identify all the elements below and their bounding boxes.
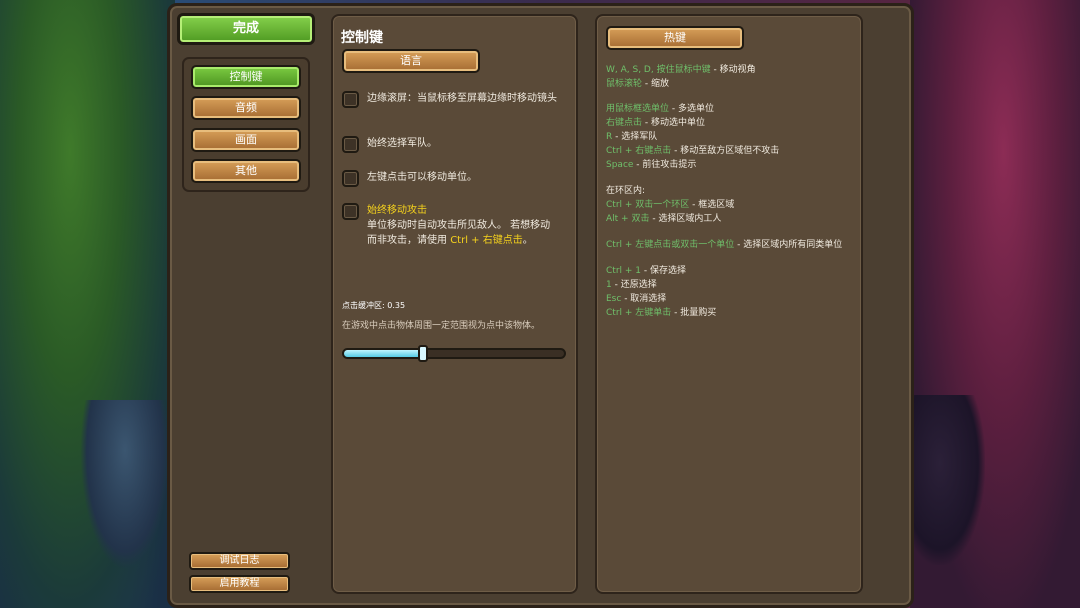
hotkey-line: Esc - 取消选择 <box>606 292 666 306</box>
edge-scroll-label: 边缘滚屏：当鼠标移至屏幕边缘时移动镜头 <box>367 93 557 104</box>
hotkey-key: Ctrl + 左键单击 <box>606 308 672 318</box>
attack-move-checkbox[interactable] <box>342 203 359 220</box>
hotkey-key: 用鼠标框选单位 <box>606 104 670 114</box>
debug-log-button[interactable]: 调试日志 <box>189 552 290 570</box>
hotkey-key: Esc <box>606 294 622 304</box>
hotkey-desc: - 移动视角 <box>710 65 756 75</box>
attack-move-option: 始终移动攻击 单位移动时自动攻击所见敌人。 若想移动 而非攻击，请使用 Ctrl… <box>367 203 550 248</box>
tab-audio[interactable]: 音频 <box>191 96 301 120</box>
hotkey-desc: - 还原选择 <box>611 280 657 290</box>
left-click-move-checkbox[interactable] <box>342 170 359 187</box>
left-click-move-label: 左键点击可以移动单位。 <box>367 172 477 183</box>
always-select-army-checkbox[interactable] <box>342 136 359 153</box>
hotkey-desc: - 保存选择 <box>641 266 686 276</box>
hotkey-key: Space <box>606 160 634 170</box>
hotkey-line: R - 选择军队 <box>606 130 657 144</box>
hotkey-key: Ctrl + 双击一个环区 <box>606 200 690 210</box>
controls-title: 控制键 <box>341 30 383 46</box>
hotkey-desc: - 移动至敌方区域但不攻击 <box>671 146 780 156</box>
tab-graphics[interactable]: 画面 <box>191 128 301 152</box>
hotkey-desc: 在环区内: <box>606 186 646 196</box>
hotkey-line: Ctrl + 右键点击 - 移动至敌方区域但不攻击 <box>606 144 779 158</box>
hotkey-key: Ctrl + 左键点击或双击一个单位 <box>606 240 735 250</box>
hotkey-desc: - 选择区域内所有同类单位 <box>734 240 843 250</box>
edge-scroll-checkbox[interactable] <box>342 91 359 108</box>
wizard-character-art <box>80 400 170 570</box>
hotkey-line: 鼠标滚轮 - 缩放 <box>606 77 669 91</box>
hotkey-line: 右键点击 - 移动选中单位 <box>606 116 705 130</box>
tab-controls[interactable]: 控制键 <box>191 65 301 89</box>
hotkey-desc: - 取消选择 <box>621 294 667 304</box>
hotkey-line: Ctrl + 1 - 保存选择 <box>606 264 686 278</box>
hotkey-desc: - 选择区域内工人 <box>649 214 722 224</box>
hotkey-key: 右键点击 <box>606 118 643 128</box>
hotkey-line: 在环区内: <box>606 184 645 198</box>
click-buffer-slider[interactable] <box>342 345 566 362</box>
hotkey-key: Ctrl + 1 <box>606 266 642 276</box>
always-select-army-label: 始终选择军队。 <box>367 138 437 149</box>
tutorial-button[interactable]: 启用教程 <box>189 575 290 593</box>
hotkey-desc: - 选择军队 <box>612 132 658 142</box>
hotkey-line: 1 - 还原选择 <box>606 278 657 292</box>
done-button[interactable]: 完成 <box>177 13 315 45</box>
hotkey-line: Alt + 双击 - 选择区域内工人 <box>606 212 721 226</box>
hotkey-desc: - 移动选中单位 <box>642 118 705 128</box>
hotkey-desc: - 多选单位 <box>669 104 714 114</box>
hotkey-key: W, A, S, D, 按住鼠标中键 <box>606 65 711 75</box>
attack-move-title: 始终移动攻击 <box>367 205 427 216</box>
hotkey-line: W, A, S, D, 按住鼠标中键 - 移动视角 <box>606 63 756 77</box>
hotkey-desc: - 前往攻击提示 <box>633 160 697 170</box>
hotkey-line: Space - 前往攻击提示 <box>606 158 696 172</box>
attack-move-desc-1: 单位移动时自动攻击所见敌人。 若想移动 <box>367 220 551 231</box>
slider-fill <box>344 350 424 357</box>
hotkeys-button[interactable]: 热键 <box>606 26 744 50</box>
language-button[interactable]: 语言 <box>342 49 480 73</box>
hotkey-line: Ctrl + 左键单击 - 批量购买 <box>606 306 716 320</box>
hotkey-desc: - 框选区域 <box>689 200 735 210</box>
attack-move-desc-2: 而非攻击，请使用 Ctrl + 右键点击。 <box>367 235 533 246</box>
click-buffer-desc: 在游戏中点击物体周围一定范围视为点中该物体。 <box>342 321 541 331</box>
click-buffer-label: 点击缓冲区: 0.35 <box>342 301 406 310</box>
hotkey-key: Ctrl + 右键点击 <box>606 146 672 156</box>
hotkey-line: Ctrl + 双击一个环区 - 框选区域 <box>606 198 734 212</box>
hotkey-desc: - 缩放 <box>642 79 669 89</box>
hotkey-line: Ctrl + 左键点击或双击一个单位 - 选择区域内所有同类单位 <box>606 238 842 252</box>
tab-other[interactable]: 其他 <box>191 159 301 183</box>
hotkey-desc: - 批量购买 <box>671 308 717 318</box>
hotkey-key: 鼠标滚轮 <box>606 79 643 89</box>
slider-handle[interactable] <box>418 345 429 362</box>
hotkey-line: 用鼠标框选单位 - 多选单位 <box>606 102 714 116</box>
hotkey-key: Alt + 双击 <box>606 214 650 224</box>
